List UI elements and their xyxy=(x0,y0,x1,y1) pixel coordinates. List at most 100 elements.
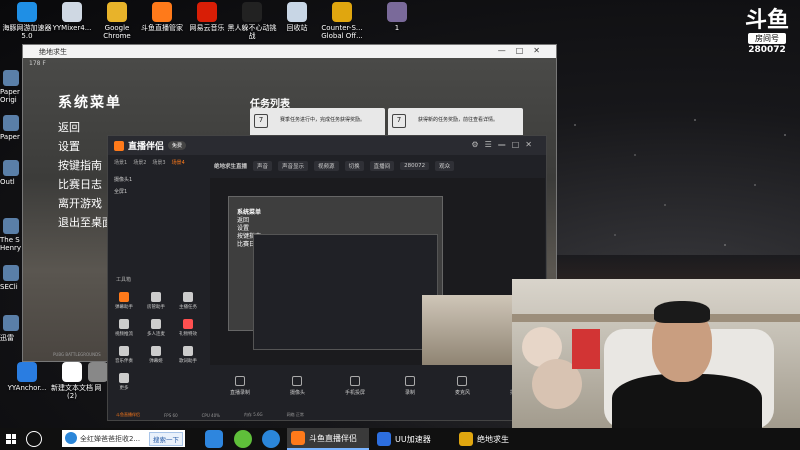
tool-button[interactable]: 主播任务 xyxy=(176,292,200,310)
version-badge[interactable]: 免费 xyxy=(168,141,187,150)
status-item: FPS 60 xyxy=(164,412,178,418)
tool-label: 音乐伴奏 xyxy=(115,359,133,364)
app-icon xyxy=(62,362,82,382)
search-button[interactable]: 搜索一下 xyxy=(149,432,183,446)
edge-icon[interactable] xyxy=(262,430,280,448)
taskbar-app-button[interactable]: 斗鱼直播伴侣 xyxy=(287,428,369,450)
scene-tab[interactable]: 场景2 xyxy=(133,159,146,166)
stream-control-button[interactable]: 直播录制 xyxy=(230,376,250,406)
stream-control-button[interactable]: 录制 xyxy=(404,376,415,406)
taskbar-app-button[interactable]: UU加速器 xyxy=(373,428,451,450)
red-chair xyxy=(572,329,600,369)
tool-label: 视频推流 xyxy=(115,332,133,337)
scene-tab[interactable]: 场景1 xyxy=(114,159,127,166)
scene-tab[interactable]: 场景4 xyxy=(172,159,185,166)
tool-label: 歌词助手 xyxy=(179,359,197,364)
stream-control-button[interactable]: 麦克风 xyxy=(455,376,470,406)
desktop-icon[interactable]: The S Henry xyxy=(0,218,22,252)
scene-list[interactable]: 摄像头1 全屏1 xyxy=(114,174,132,198)
preview-toolbar-item[interactable]: 声音显示 xyxy=(278,161,309,171)
room-id: 280072 xyxy=(748,45,786,55)
desktop-icon[interactable]: Paper Origi xyxy=(0,70,22,104)
room-badge: 房间号 xyxy=(748,33,786,44)
control-icon xyxy=(457,376,468,386)
green-app-icon[interactable] xyxy=(234,430,252,448)
window-controls[interactable]: —□✕ xyxy=(498,46,550,55)
app-icon xyxy=(3,115,19,131)
tool-icon xyxy=(119,319,129,329)
taskbar-app-icon xyxy=(291,431,305,445)
tool-icon xyxy=(151,346,161,356)
tool-button[interactable]: 房管助手 xyxy=(144,292,168,310)
preview-toolbar[interactable]: 绝地求生直播 声音 声音显示 视频源 切换 直播间 280072 观众 xyxy=(210,156,545,176)
scene-tabs[interactable]: 场景1 场景2 场景3 场景4 xyxy=(108,155,203,169)
preview-toolbar-item[interactable]: 直播间 xyxy=(369,161,395,171)
tool-button[interactable]: 礼物特效 xyxy=(176,319,200,337)
tool-label: 主播任务 xyxy=(179,305,197,310)
scene-tab[interactable]: 场景3 xyxy=(152,159,165,166)
taskbar-app-button[interactable]: 绝地求生 xyxy=(455,428,515,450)
tool-icon xyxy=(151,319,161,329)
start-button[interactable] xyxy=(0,428,22,450)
tool-icon xyxy=(119,346,129,356)
app-icon xyxy=(17,2,37,22)
tool-button[interactable]: 多人连麦 xyxy=(144,319,168,337)
tool-button[interactable]: 音乐伴奏 xyxy=(112,346,136,364)
scene-item[interactable]: 摄像头1 xyxy=(114,174,132,186)
ie-search-text: 全红婵爸爸拒收2... xyxy=(80,434,141,443)
desktop-icon[interactable]: SECli xyxy=(0,265,22,291)
tool-label: 房管助手 xyxy=(147,305,165,310)
app-icon xyxy=(3,265,19,281)
tool-button[interactable]: 视频推流 xyxy=(112,319,136,337)
stream-controls[interactable]: 直播录制摄像头手机投屏录制麦克风扬声器 xyxy=(210,376,545,406)
preview-toolbar-item[interactable]: 280072 xyxy=(400,162,430,170)
control-label: 摄像头 xyxy=(289,390,305,396)
app-icon xyxy=(3,160,19,176)
calendar-icon: 7 xyxy=(254,114,268,128)
desktop-icon-label: 1 xyxy=(394,24,400,32)
status-item: 网络 正常 xyxy=(286,412,304,417)
taskbar-app-label: 斗鱼直播伴侣 xyxy=(309,433,357,443)
desktop-icon[interactable]: 网 xyxy=(88,362,108,392)
tool-button[interactable]: 弹幕姬 xyxy=(144,346,168,364)
control-icon xyxy=(404,376,415,386)
status-item: 斗鱼直播伴侣 xyxy=(116,412,140,417)
ie-icon xyxy=(65,432,77,444)
desktop-icon[interactable]: 1 xyxy=(370,2,424,32)
ie-search-box[interactable]: 全红婵爸爸拒收2... 搜索一下 xyxy=(62,430,185,447)
tool-button[interactable]: 更多 xyxy=(112,373,136,391)
tool-button[interactable]: 弹幕助手 xyxy=(112,292,136,310)
status-item: 内存 5.6G xyxy=(243,412,263,417)
douyu-logo-text: 斗鱼 xyxy=(744,8,789,33)
tool-button[interactable]: 歌词助手 xyxy=(176,346,200,364)
desktop-icon[interactable]: Counter-S... Global Off... xyxy=(315,2,369,40)
nested-menu-title: 系统菜单 xyxy=(237,209,262,216)
stream-companion-window[interactable]: 直播伴侣 免费 ⚙☰—□✕ 场景1 场景2 场景3 场景4 摄像头1 全屏1 绝地求生直… xyxy=(107,135,547,421)
preview-toolbar-item[interactable]: 切换 xyxy=(344,161,364,171)
stream-preview[interactable]: 系统菜单 返回 设置 按键指南 比赛日志 xyxy=(210,178,545,365)
game-window-titlebar[interactable]: 绝地求生 —□✕ xyxy=(23,45,556,58)
toolbox: 工具箱 弹幕助手 房管助手 主播任务 视频推流 多人连麦 礼物特效 音乐伴奏 弹幕姬 歌词助手更… xyxy=(108,276,203,422)
stream-control-button[interactable]: 手机投屏 xyxy=(345,376,365,406)
app-icon xyxy=(107,2,127,22)
tool-icon xyxy=(183,292,193,302)
scene-item[interactable]: 全屏1 xyxy=(114,186,132,198)
preview-toolbar-item[interactable]: 声音 xyxy=(253,161,273,171)
tool-icon xyxy=(183,346,193,356)
preview-toolbar-item[interactable]: 观众 xyxy=(435,161,455,171)
app-icon xyxy=(88,362,108,382)
desktop-icon-label: Counter-S... Global Off... xyxy=(321,24,363,40)
desktop-icon[interactable]: Paper xyxy=(0,115,22,141)
k-app-icon[interactable] xyxy=(205,430,223,448)
webcam-overlay xyxy=(512,279,800,428)
app-icon xyxy=(3,218,19,234)
desktop-icon[interactable]: 迅雷 xyxy=(0,315,22,343)
app-icon xyxy=(152,2,172,22)
cortana-icon[interactable] xyxy=(26,431,42,447)
stream-control-button[interactable]: 摄像头 xyxy=(290,376,305,406)
companion-window-controls[interactable]: ⚙☰—□✕ xyxy=(471,140,538,149)
desktop-icon[interactable]: Outl xyxy=(0,160,22,186)
tool-label: 弹幕助手 xyxy=(115,305,133,310)
companion-titlebar[interactable]: 直播伴侣 免费 ⚙☰—□✕ xyxy=(108,136,546,155)
preview-toolbar-item[interactable]: 视频源 xyxy=(314,161,339,171)
